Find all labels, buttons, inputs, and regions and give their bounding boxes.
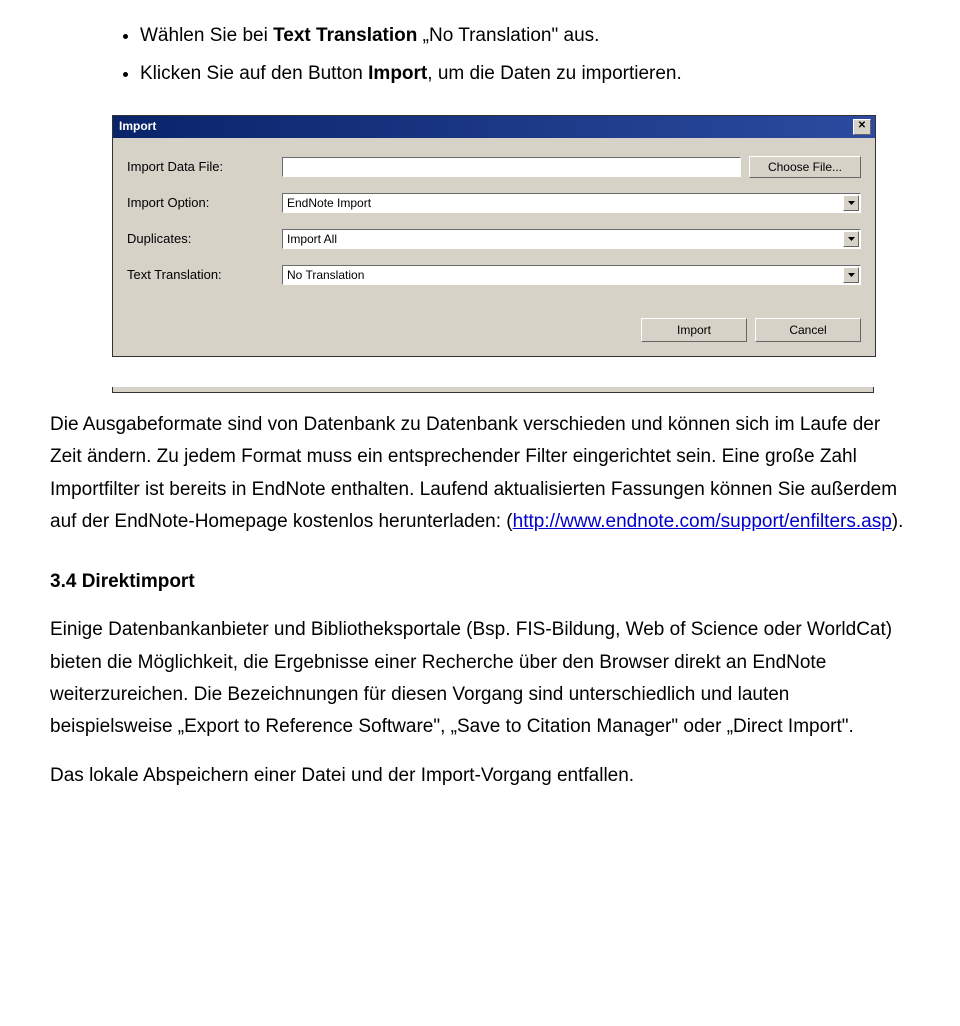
paragraph-direktimport-2: Das lokale Abspeichern einer Datei und d… [50, 760, 910, 792]
text-bold: Text Translation [273, 25, 417, 46]
label-text-translation: Text Translation: [127, 264, 282, 286]
select-value: Import All [287, 229, 337, 249]
list-item: Klicken Sie auf den Button Import, um di… [140, 58, 910, 90]
dialog-titlebar: Import ✕ [113, 116, 875, 138]
dialog-button-row: Import Cancel [113, 308, 875, 356]
paragraph-direktimport-1: Einige Datenbankanbieter und Bibliotheks… [50, 614, 910, 743]
text: ). [892, 511, 904, 532]
import-dialog: Import ✕ Import Data File: Choose File..… [112, 115, 874, 357]
input-import-data-file[interactable] [282, 157, 741, 177]
label-import-option: Import Option: [127, 192, 282, 214]
choose-file-button[interactable]: Choose File... [749, 156, 861, 178]
select-value: No Translation [287, 265, 364, 285]
close-icon[interactable]: ✕ [853, 119, 871, 135]
text: „No Translation" aus. [417, 25, 599, 46]
chevron-down-icon [843, 231, 859, 247]
chevron-down-icon [843, 267, 859, 283]
select-duplicates[interactable]: Import All [282, 229, 861, 249]
text: Wählen Sie bei [140, 25, 273, 46]
text-bold: Import [368, 63, 427, 84]
list-item: Wählen Sie bei Text Translation „No Tran… [140, 20, 910, 52]
paragraph-output-formats: Die Ausgabeformate sind von Datenbank zu… [50, 409, 910, 538]
row-duplicates: Duplicates: Import All [127, 228, 861, 250]
dialog-shadow-strip [112, 387, 874, 393]
row-import-data-file: Import Data File: Choose File... [127, 156, 861, 178]
chevron-down-icon [843, 195, 859, 211]
instruction-list: Wählen Sie bei Text Translation „No Tran… [50, 20, 910, 91]
row-import-option: Import Option: EndNote Import [127, 192, 861, 214]
cancel-button[interactable]: Cancel [755, 318, 861, 342]
text: Klicken Sie auf den Button [140, 63, 368, 84]
text: , um die Daten zu importieren. [427, 63, 682, 84]
import-button[interactable]: Import [641, 318, 747, 342]
heading-direktimport: 3.4 Direktimport [50, 566, 910, 598]
select-value: EndNote Import [287, 193, 371, 213]
select-text-translation[interactable]: No Translation [282, 265, 861, 285]
dialog-title: Import [117, 116, 156, 136]
link-enfilters[interactable]: http://www.endnote.com/support/enfilters… [513, 511, 892, 532]
label-import-data-file: Import Data File: [127, 156, 282, 178]
select-import-option[interactable]: EndNote Import [282, 193, 861, 213]
row-text-translation: Text Translation: No Translation [127, 264, 861, 286]
label-duplicates: Duplicates: [127, 228, 282, 250]
